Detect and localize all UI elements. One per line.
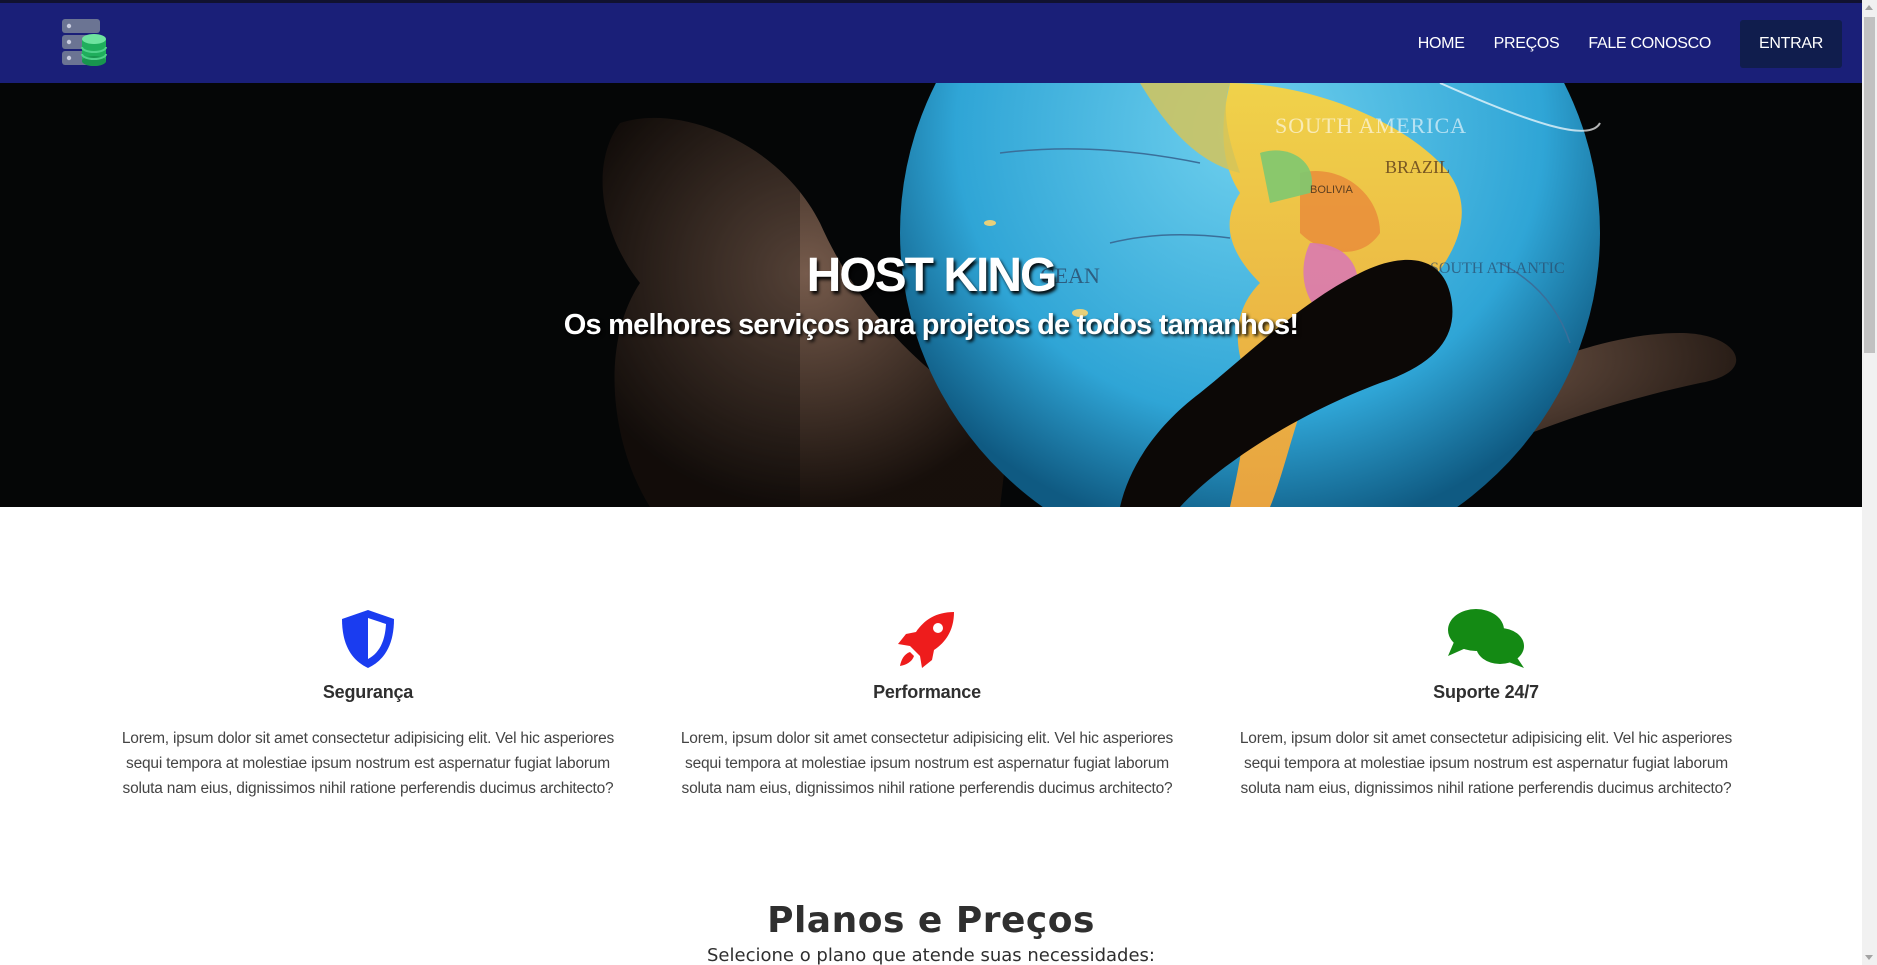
nav-link-precos[interactable]: PREÇOS — [1494, 35, 1560, 53]
scroll-down-icon[interactable] — [1865, 955, 1873, 960]
pricing-title: Planos e Preços — [767, 900, 1095, 941]
svg-text:SOUTH AMERICA: SOUTH AMERICA — [1275, 113, 1467, 138]
page-scrollbar[interactable] — [1862, 0, 1877, 965]
feature-title: Suporte 24/7 — [1433, 682, 1539, 702]
shield-icon — [118, 600, 618, 670]
feature-card-performance: Performance Lorem, ipsum dolor sit amet … — [677, 600, 1177, 801]
login-button[interactable]: ENTRAR — [1740, 20, 1842, 68]
hero-title: HOST KING — [806, 249, 1058, 302]
nav-link-fale-conosco[interactable]: FALE CONOSCO — [1588, 35, 1711, 53]
feature-text: Lorem, ipsum dolor sit amet consectetur … — [1239, 730, 1733, 797]
navbar: HOME PREÇOS FALE CONOSCO ENTRAR — [0, 0, 1862, 83]
chat-bubbles-icon — [1236, 600, 1736, 670]
server-database-icon[interactable] — [62, 19, 114, 71]
hero-banner: SOUTH AMERICA BRAZIL BOLIVIA CEAN SOUTH … — [0, 83, 1862, 507]
pricing-subtitle: Selecione o plano que atende suas necess… — [707, 945, 1155, 965]
feature-card-suporte: Suporte 24/7 Lorem, ipsum dolor sit amet… — [1236, 600, 1736, 801]
page: HOME PREÇOS FALE CONOSCO ENTRAR SOUTH AM… — [0, 0, 1862, 965]
nav-link-home[interactable]: HOME — [1418, 35, 1465, 53]
feature-title: Performance — [873, 682, 981, 702]
scroll-up-icon[interactable] — [1865, 5, 1873, 10]
svg-text:BRAZIL: BRAZIL — [1385, 157, 1450, 177]
feature-card-seguranca: Segurança Lorem, ipsum dolor sit amet co… — [118, 600, 618, 801]
feature-text: Lorem, ipsum dolor sit amet consectetur … — [680, 730, 1174, 797]
feature-title: Segurança — [322, 682, 414, 702]
svg-text:BOLIVIA: BOLIVIA — [1310, 184, 1353, 196]
hero-subtitle: Os melhores serviços para projetos de to… — [563, 309, 1299, 341]
rocket-icon — [677, 600, 1177, 670]
feature-text: Lorem, ipsum dolor sit amet consectetur … — [121, 730, 615, 797]
main-nav: HOME PREÇOS FALE CONOSCO ENTRAR — [1389, 20, 1842, 68]
scrollbar-thumb[interactable] — [1864, 17, 1875, 353]
